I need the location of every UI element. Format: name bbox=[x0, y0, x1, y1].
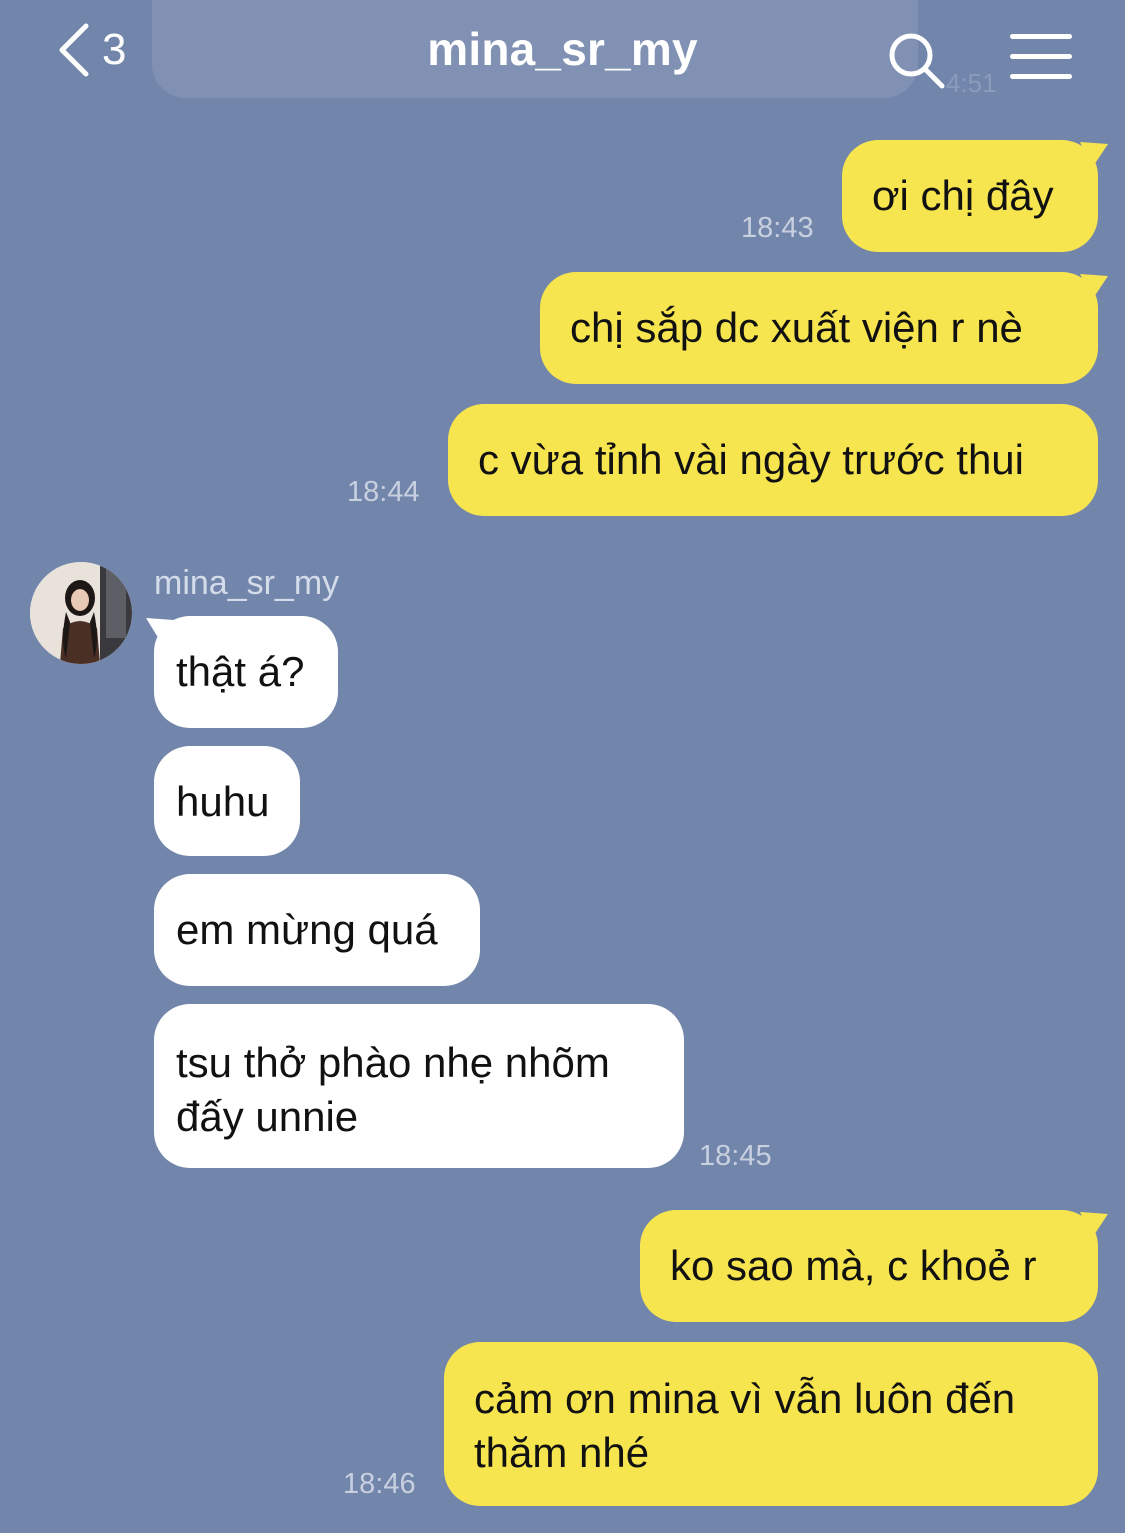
message-bubble-outgoing[interactable]: ko sao mà, c khoẻ r bbox=[640, 1210, 1098, 1322]
message-timestamp: 18:46 bbox=[343, 1468, 416, 1500]
message-text: thật á? bbox=[176, 648, 305, 695]
chat-title: mina_sr_my bbox=[427, 23, 698, 75]
message-text: em mừng quá bbox=[176, 906, 438, 953]
message-bubble-outgoing[interactable]: ơi chị đây bbox=[842, 140, 1098, 252]
message-timestamp: 18:44 bbox=[347, 476, 420, 508]
menu-button[interactable] bbox=[1010, 34, 1072, 82]
profile-photo bbox=[30, 562, 132, 664]
bubble-tail bbox=[1080, 1212, 1108, 1238]
message-text: cảm ơn mina vì vẫn luôn đến thăm nhé bbox=[474, 1375, 1016, 1476]
message-timestamp: 18:43 bbox=[741, 212, 814, 244]
bubble-tail bbox=[1080, 142, 1108, 168]
avatar[interactable] bbox=[30, 562, 132, 664]
bubble-tail bbox=[1080, 274, 1108, 300]
message-text: tsu thở phào nhẹ nhõm đấy unnie bbox=[176, 1039, 610, 1140]
search-button[interactable] bbox=[886, 30, 948, 92]
message-text: ko sao mà, c khoẻ r bbox=[670, 1242, 1037, 1289]
menu-line bbox=[1010, 74, 1072, 79]
message-bubble-incoming[interactable]: thật á? bbox=[154, 616, 338, 728]
message-timestamp: 18:45 bbox=[699, 1140, 772, 1172]
search-icon bbox=[886, 33, 948, 96]
message-bubble-incoming[interactable]: huhu bbox=[154, 746, 300, 856]
hamburger-menu-icon bbox=[1010, 34, 1072, 39]
message-text: huhu bbox=[176, 778, 270, 825]
message-bubble-outgoing[interactable]: chị sắp dc xuất viện r nè bbox=[540, 272, 1098, 384]
sender-name: mina_sr_my bbox=[154, 564, 340, 602]
chat-header: 3 mina_sr_my bbox=[0, 0, 1125, 110]
message-bubble-incoming[interactable]: tsu thở phào nhẹ nhõm đấy unnie bbox=[154, 1004, 684, 1168]
message-bubble-outgoing[interactable]: cảm ơn mina vì vẫn luôn đến thăm nhé bbox=[444, 1342, 1098, 1506]
message-text: chị sắp dc xuất viện r nè bbox=[570, 304, 1023, 351]
message-text: ơi chị đây bbox=[872, 172, 1054, 219]
message-bubble-incoming[interactable]: em mừng quá bbox=[154, 874, 480, 986]
message-bubble-outgoing[interactable]: c vừa tỉnh vài ngày trước thui bbox=[448, 404, 1098, 516]
message-text: c vừa tỉnh vài ngày trước thui bbox=[478, 436, 1024, 483]
menu-line bbox=[1010, 54, 1072, 59]
bubble-tail bbox=[146, 618, 174, 644]
